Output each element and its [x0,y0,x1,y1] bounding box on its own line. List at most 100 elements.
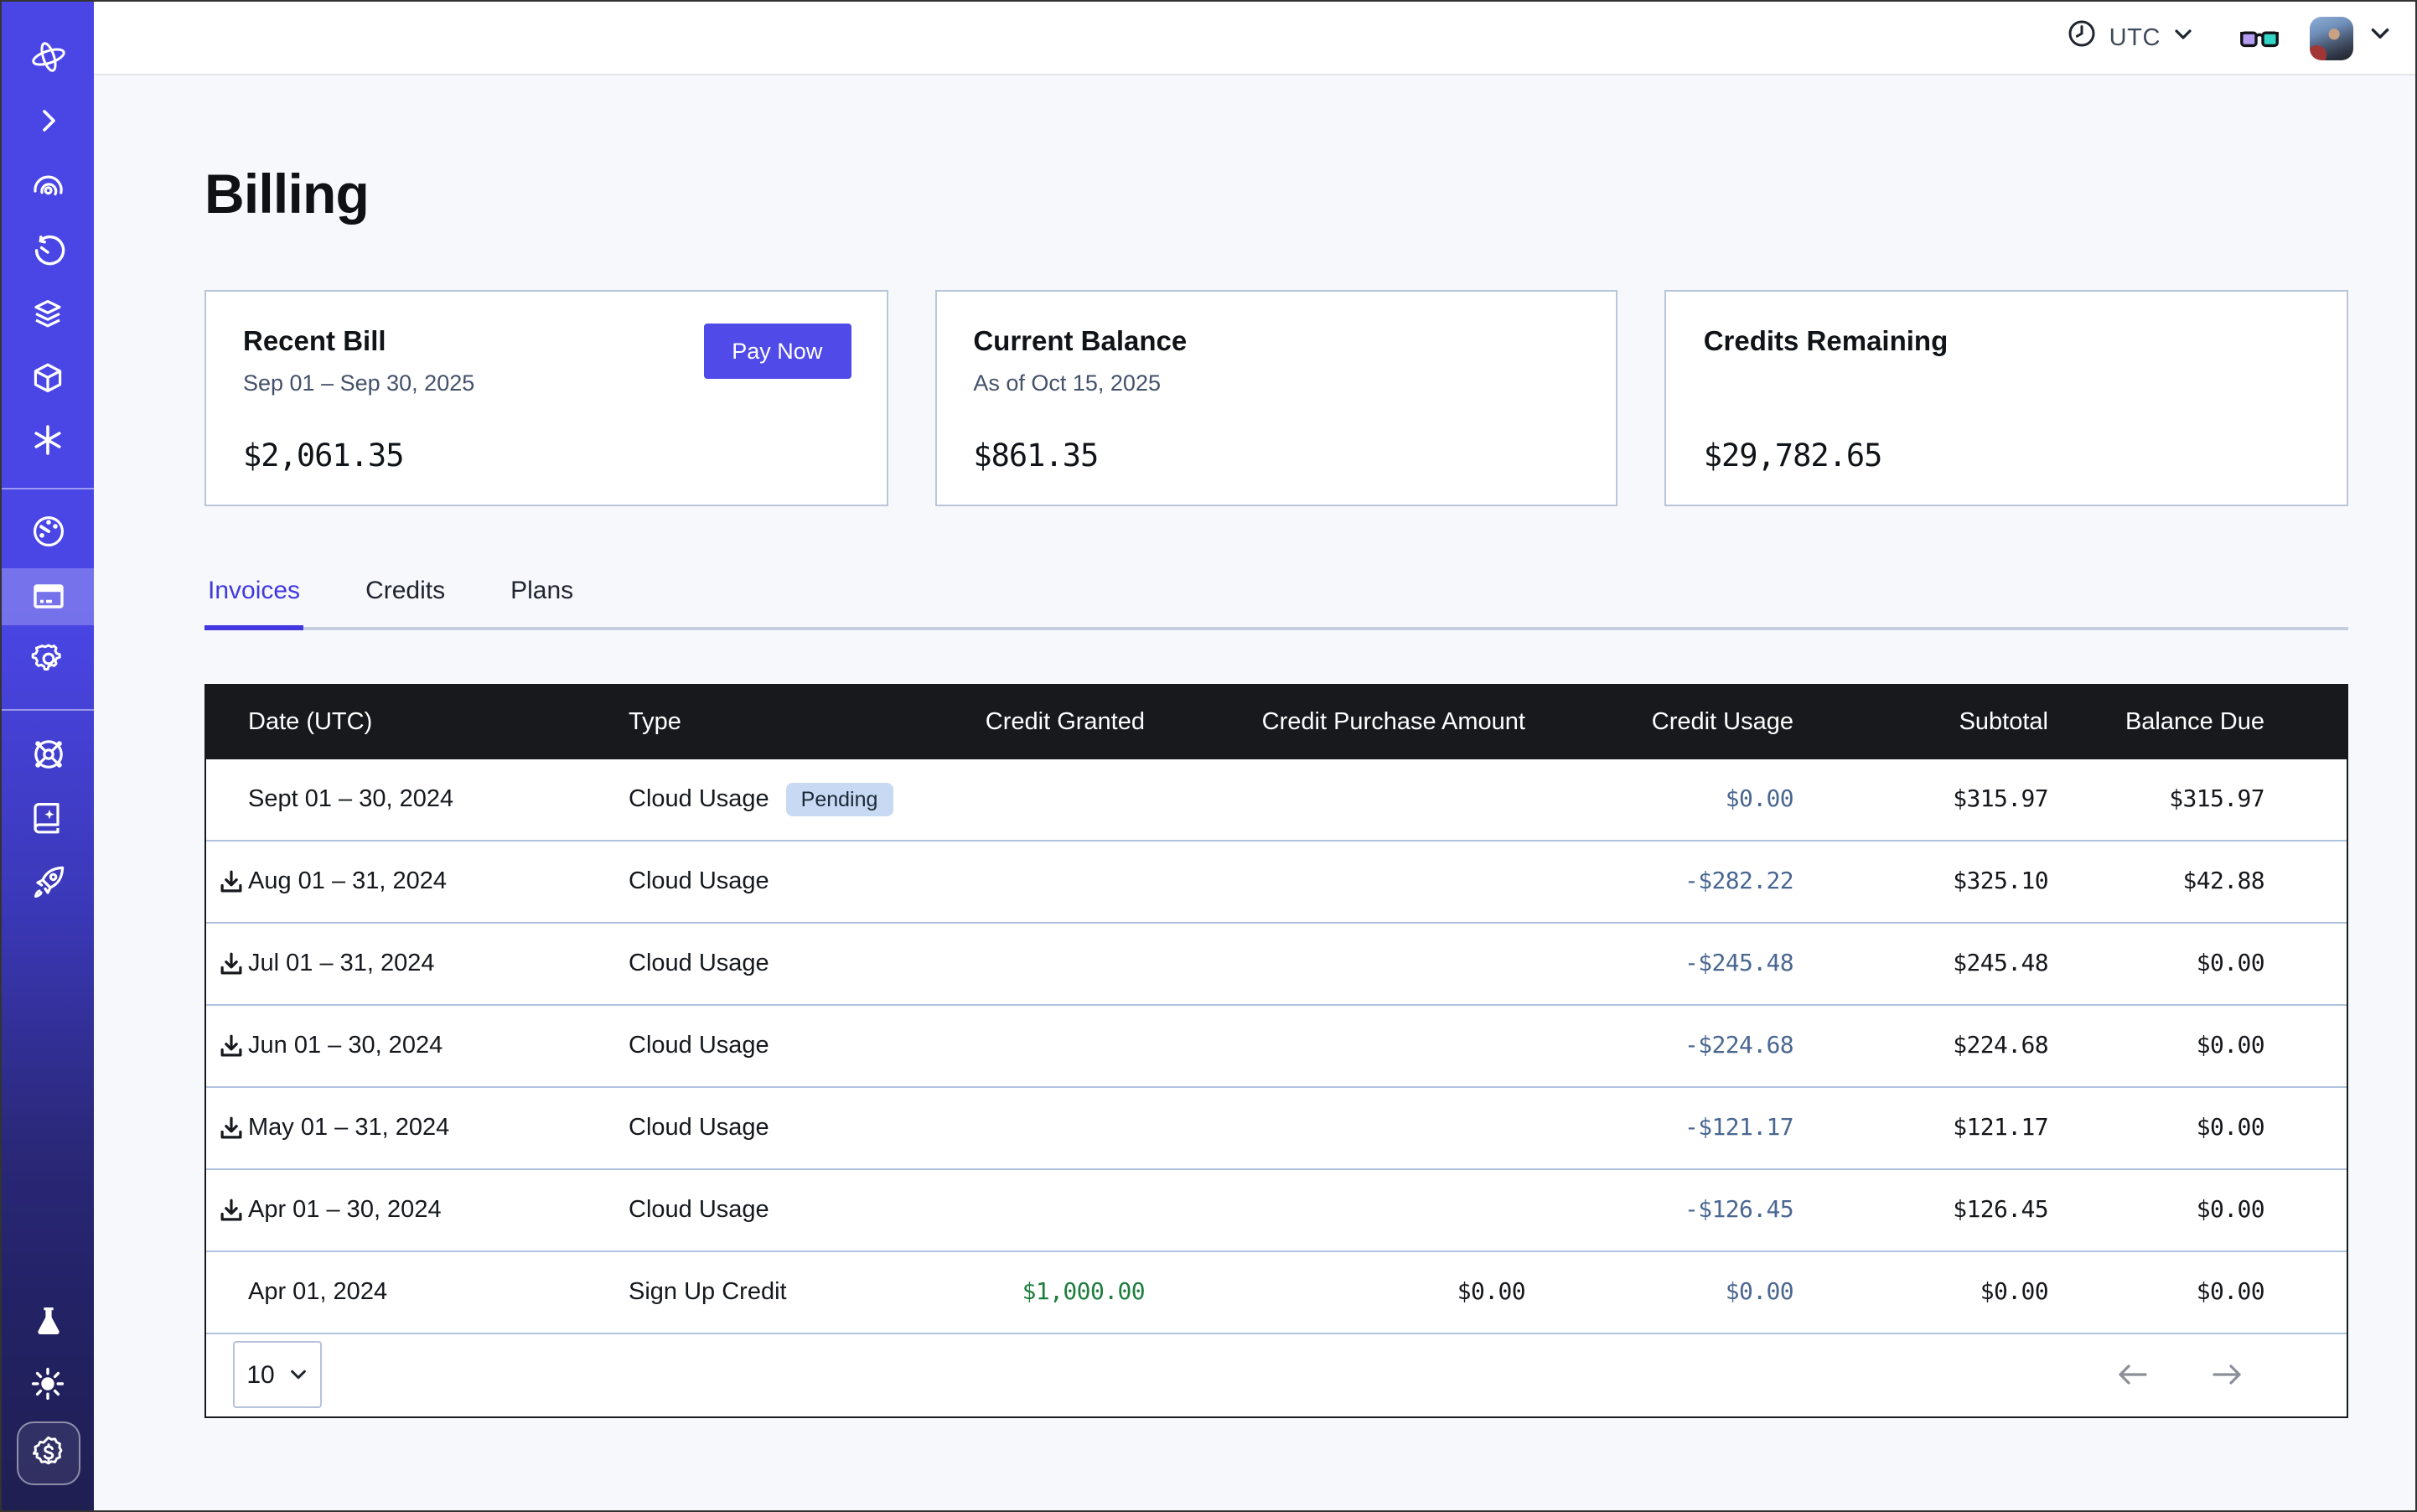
invoice-type: Cloud Usage [629,1197,927,1224]
arrow-right-icon [2211,1362,2244,1389]
column-header-subtotal: Subtotal [1959,709,2048,736]
invoice-date: Sept 01 – 30, 2024 [206,786,629,813]
credit-usage-value: -$245.48 [1685,950,1793,977]
sidebar-item-services[interactable] [2,422,94,458]
chevron-down-icon[interactable] [2368,22,2392,54]
invoice-type: Cloud Usage [629,1115,927,1142]
credit-granted-value: $1,000.00 [1022,1279,1145,1306]
sidebar-item-history[interactable] [2,235,94,270]
recent-bill-amount: $2,061.35 [243,439,404,474]
sidebar-item-expand[interactable] [2,106,94,136]
sidebar-item-packages[interactable] [2,360,94,396]
next-page-button[interactable] [2211,1362,2244,1389]
summary-cards: Recent Bill Sep 01 – Sep 30, 2025 $2,061… [204,290,2348,506]
download-invoice-button[interactable] [218,1115,245,1142]
table-row: May 01 – 31, 2024 Cloud Usage -$121.17 $… [206,1088,2347,1170]
sidebar-item-credits-badge[interactable] [16,1421,80,1485]
invoice-type: Cloud Usage [629,1033,927,1059]
column-header-date: Date (UTC) [206,709,629,736]
sidebar-item-usage[interactable] [2,513,94,550]
sidebar-item-billing[interactable] [2,568,94,625]
sidebar [2,2,94,1510]
invoice-type: Sign Up Credit [629,1279,927,1306]
balance-due-value: $0.00 [2197,950,2347,977]
download-invoice-button[interactable] [218,1033,245,1059]
balance-due-value: $0.00 [2197,1279,2347,1306]
download-icon [218,1197,245,1224]
page-size-select[interactable]: 10 [233,1342,322,1409]
table-header: Date (UTC) Type Credit Granted Credit Pu… [206,686,2347,759]
card-title: Credits Remaining [1704,327,2310,359]
invoice-type: Cloud Usage [629,868,927,895]
glasses-icon[interactable] [2239,24,2280,51]
gauge-icon [29,513,66,550]
subtotal-value: $126.45 [1953,1197,2048,1224]
previous-page-button[interactable] [2115,1362,2149,1389]
tab-credits[interactable]: Credits [362,577,448,627]
sidebar-item-getting-started[interactable] [2,863,94,900]
page-title: Billing [204,163,2348,226]
timezone-selector[interactable]: UTC [2068,18,2194,57]
balance-due-value: $0.00 [2197,1033,2347,1059]
sidebar-item-docs[interactable] [2,800,94,835]
tab-plans[interactable]: Plans [507,577,577,627]
download-invoice-button[interactable] [218,950,245,977]
recent-bill-card: Recent Bill Sep 01 – Sep 30, 2025 $2,061… [204,290,888,506]
flask-icon [31,1304,65,1338]
credit-purchase-value: $0.00 [1457,1279,1525,1306]
credit-usage-value: $0.00 [1726,1279,1793,1306]
invoice-type: Cloud Usage [629,950,927,977]
credit-usage-value: $0.00 [1726,786,1793,813]
asterisk-icon [30,422,65,458]
current-balance-card: Current Balance As of Oct 15, 2025 $861.… [934,290,1617,506]
chevron-right-icon [33,106,63,136]
download-invoice-button[interactable] [218,868,245,895]
tab-invoices[interactable]: Invoices [204,577,303,627]
subtotal-value: $325.10 [1953,868,2048,895]
rocket-icon [29,863,66,900]
table-row: Jun 01 – 30, 2024 Cloud Usage -$224.68 $… [206,1006,2347,1088]
ship-wheel-icon [29,736,66,773]
subtotal-value: $245.48 [1953,950,2048,977]
credit-usage-value: -$121.17 [1685,1115,1793,1142]
page-size-value: 10 [246,1361,274,1390]
sidebar-divider [2,709,94,711]
invoice-date-cell: Apr 01 – 30, 2024 [206,1197,629,1224]
invoice-date: Jun 01 – 30, 2024 [248,1033,443,1059]
as-of-date: As of Oct 15, 2025 [973,370,1579,396]
sidebar-item-support[interactable] [2,736,94,773]
credits-remaining-card: Credits Remaining $29,782.65 [1665,290,2348,506]
dollar-seal-icon [28,1433,68,1473]
gear-icon [29,640,66,677]
book-sparkle-icon [30,800,65,835]
timezone-label: UTC [2109,24,2161,51]
pay-now-button[interactable]: Pay Now [703,324,851,379]
balance-due-value: $42.88 [2182,868,2347,895]
download-icon [218,868,245,895]
logo-icon [28,37,68,77]
timer-icon [30,235,65,270]
sidebar-item-layers[interactable] [2,297,94,332]
balance-due-value: $0.00 [2197,1115,2347,1142]
download-invoice-button[interactable] [218,1197,245,1224]
table-row: Apr 01, 2024 Sign Up Credit $1,000.00 $0… [206,1252,2347,1334]
table-row: Aug 01 – 31, 2024 Cloud Usage -$282.22 $… [206,841,2347,924]
sidebar-item-observe[interactable] [2,171,94,206]
invoice-date: May 01 – 31, 2024 [248,1115,449,1142]
sidebar-item-logo[interactable] [2,37,94,77]
sidebar-item-settings[interactable] [2,640,94,677]
sidebar-item-theme[interactable] [2,1366,94,1401]
billing-card-icon [29,578,66,615]
table-row: Apr 01 – 30, 2024 Cloud Usage -$126.45 $… [206,1170,2347,1252]
sidebar-item-labs[interactable] [2,1304,94,1338]
balance-due-value: $0.00 [2197,1197,2347,1224]
avatar[interactable] [2310,16,2353,60]
invoices-table: Date (UTC) Type Credit Granted Credit Pu… [204,684,2348,1418]
column-header-credit-granted: Credit Granted [986,709,1145,736]
invoice-date: Jul 01 – 31, 2024 [248,950,435,977]
main-area: UTC [94,2,2415,1510]
sidebar-divider [2,488,94,489]
invoice-type-label: Cloud Usage [629,786,769,813]
table-row: Jul 01 – 31, 2024 Cloud Usage -$245.48 $… [206,924,2347,1006]
status-badge: Pending [786,782,893,816]
